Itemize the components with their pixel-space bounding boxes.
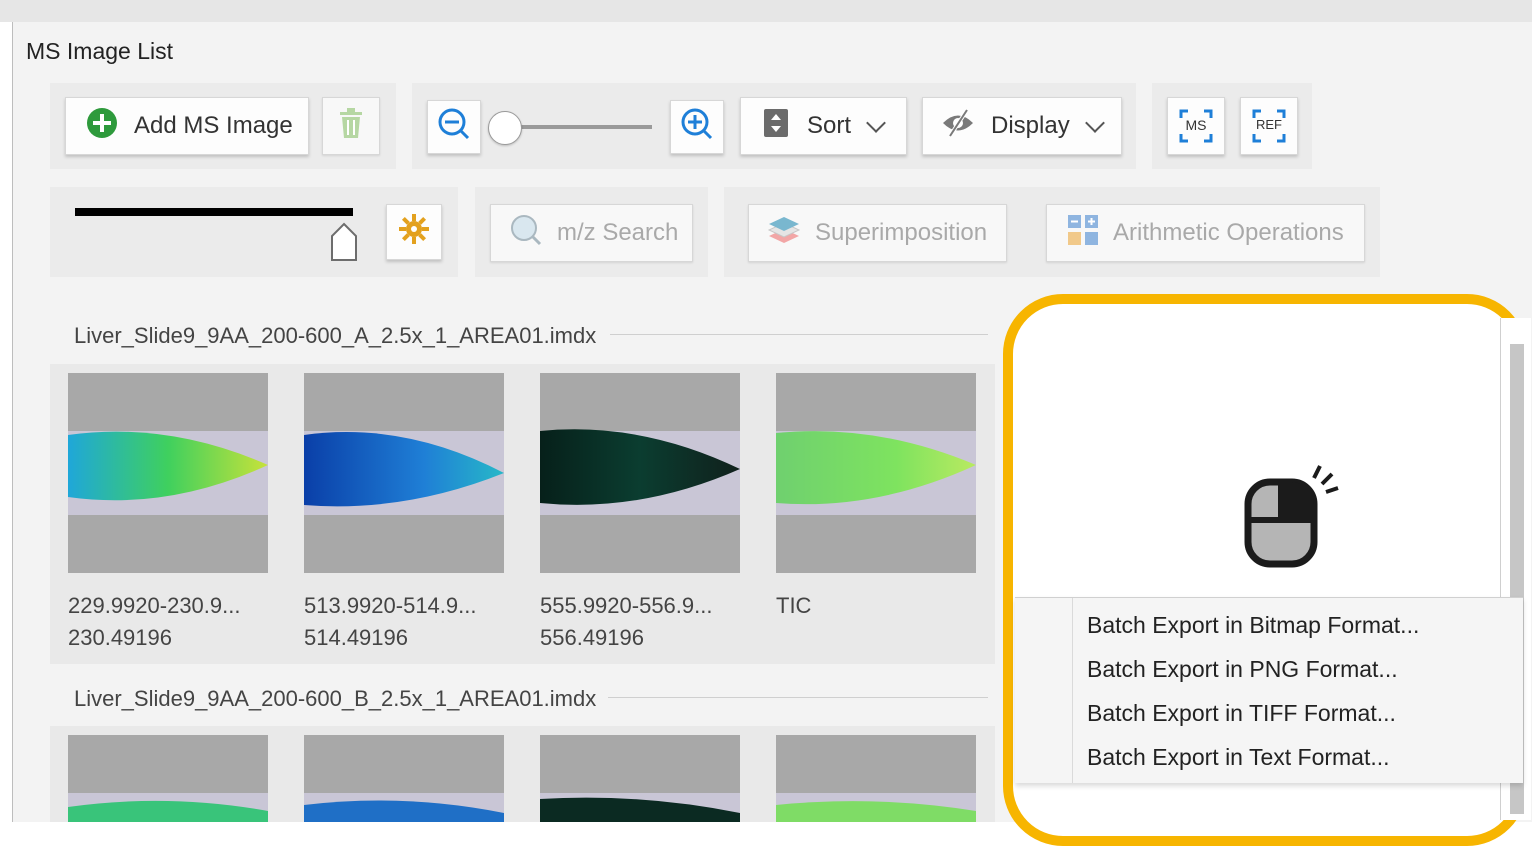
- ms-image-thumbnail: [68, 431, 268, 515]
- add-ms-image-label: Add MS Image: [134, 112, 293, 139]
- ref-frame-button[interactable]: REF: [1240, 97, 1298, 155]
- ms-image-thumbnail: [304, 431, 504, 515]
- zoom-slider-knob[interactable]: [488, 111, 522, 145]
- ms-image-tile[interactable]: [304, 373, 504, 573]
- chevron-down-icon: [1084, 113, 1105, 133]
- ms-image-tile[interactable]: [776, 735, 976, 822]
- tile-label: 513.9920-514.9... 514.49196: [304, 593, 477, 650]
- ref-frame-icon: REF: [1252, 109, 1286, 143]
- tile-label: 555.9920-556.9... 556.49196: [540, 593, 713, 650]
- window-top-bar: [0, 0, 1532, 22]
- superimposition-button[interactable]: Superimposition: [748, 204, 1007, 262]
- tile-label: TIC: [776, 593, 812, 618]
- context-menu: Batch Export in Bitmap Format... Batch E…: [1015, 597, 1523, 783]
- zoom-in-icon: [680, 107, 714, 148]
- ms-text: MS: [1185, 117, 1207, 133]
- ms-frame-button[interactable]: MS: [1167, 97, 1225, 155]
- ref-text: REF: [1256, 117, 1282, 132]
- ms-image-thumbnail: [776, 431, 976, 515]
- add-icon: [86, 107, 118, 146]
- search-icon: [509, 213, 543, 254]
- menu-item-batch-export-text[interactable]: Batch Export in Text Format...: [1087, 744, 1390, 771]
- right-click-mouse-icon: [1242, 462, 1342, 577]
- menu-item-batch-export-tiff[interactable]: Batch Export in TIFF Format...: [1087, 700, 1396, 727]
- ms-image-tile[interactable]: [304, 735, 504, 822]
- eye-hidden-icon: [941, 108, 975, 145]
- section-divider: [610, 334, 988, 335]
- sort-dropdown[interactable]: Sort: [740, 97, 907, 155]
- sort-label: Sort: [807, 112, 852, 139]
- layers-icon: [767, 215, 801, 252]
- ms-image-tile[interactable]: [540, 735, 740, 822]
- brightness-button[interactable]: [386, 204, 442, 260]
- arithmetic-operations-label: Arithmetic Operations: [1113, 219, 1344, 246]
- menu-item-batch-export-bitmap[interactable]: Batch Export in Bitmap Format...: [1087, 612, 1419, 639]
- display-dropdown[interactable]: Display: [922, 97, 1122, 155]
- section-title: Liver_Slide9_9AA_200-600_A_2.5x_1_AREA01…: [74, 323, 597, 348]
- ms-frame-icon: MS: [1179, 109, 1213, 143]
- menu-item-batch-export-png[interactable]: Batch Export in PNG Format...: [1087, 656, 1398, 683]
- tile-label: 229.9920-230.9... 230.49196: [68, 593, 241, 650]
- intensity-slider-handle[interactable]: [330, 222, 358, 267]
- trash-icon: [336, 107, 366, 146]
- mz-search-label: m/z Search: [557, 219, 679, 246]
- delete-button[interactable]: [322, 97, 380, 155]
- display-label: Display: [991, 112, 1070, 139]
- ms-image-tile[interactable]: [68, 373, 268, 573]
- ms-image-tile[interactable]: [540, 373, 740, 573]
- ms-image-tile[interactable]: [68, 735, 268, 822]
- section-divider: [608, 697, 988, 698]
- zoom-in-button[interactable]: [670, 100, 724, 154]
- sun-gear-icon: [398, 213, 430, 252]
- section-title: Liver_Slide9_9AA_200-600_B_2.5x_1_AREA01…: [74, 686, 597, 711]
- zoom-out-icon: [437, 107, 471, 148]
- zoom-out-button[interactable]: [427, 100, 481, 154]
- ms-image-thumbnail: [540, 429, 740, 515]
- mz-search-button[interactable]: m/z Search: [490, 204, 693, 262]
- calculator-icon: [1067, 214, 1099, 253]
- menu-gutter: [1072, 598, 1073, 783]
- panel-title: MS Image List: [26, 38, 173, 64]
- superimposition-label: Superimposition: [815, 219, 988, 246]
- zoom-slider-track[interactable]: [505, 125, 652, 129]
- add-ms-image-button[interactable]: Add MS Image: [65, 97, 309, 155]
- intensity-bar[interactable]: [75, 208, 353, 216]
- ms-image-tile[interactable]: [776, 373, 976, 573]
- arithmetic-operations-button[interactable]: Arithmetic Operations: [1046, 204, 1365, 262]
- sort-icon: [763, 108, 789, 145]
- chevron-down-icon: [866, 113, 886, 133]
